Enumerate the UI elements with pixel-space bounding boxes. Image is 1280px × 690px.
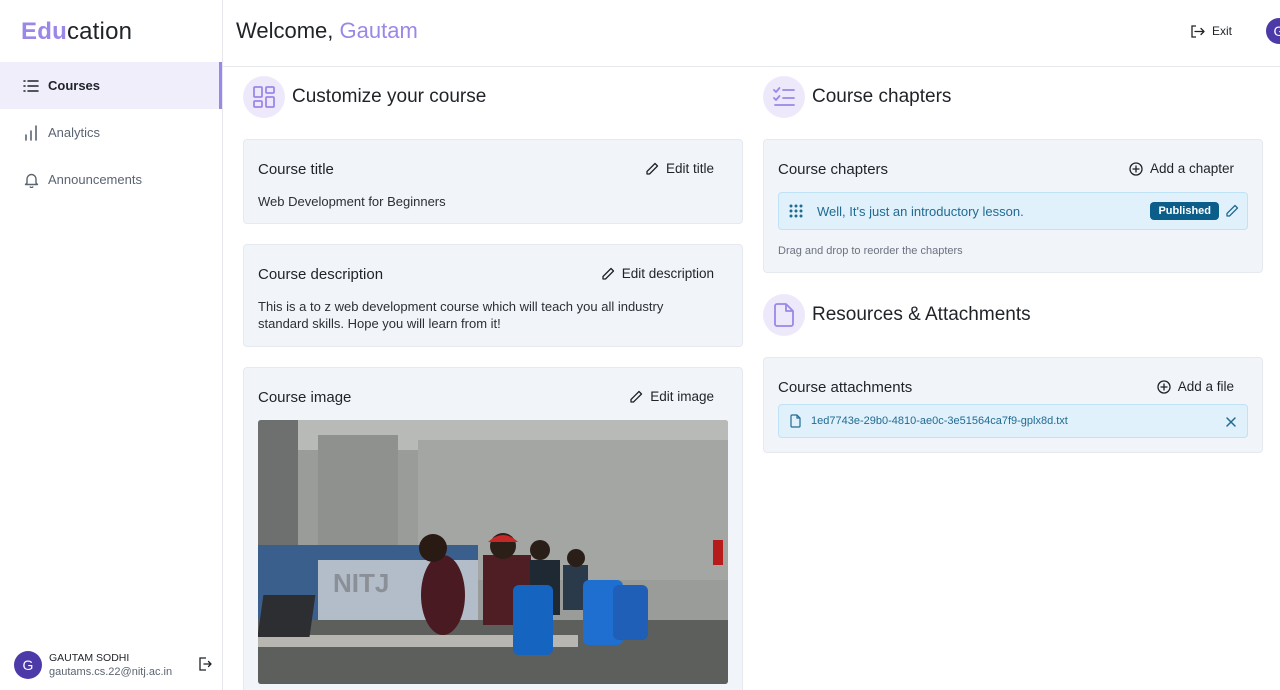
sidebar-item-label: Analytics (48, 125, 101, 140)
chapter-title: Well, It's just an introductory lesson. (817, 204, 1024, 219)
edit-title-label: Edit title (665, 161, 714, 176)
sidebar-item-announcements[interactable]: Announcements (0, 156, 222, 203)
attachment-name[interactable]: 1ed7743e-29b0-4810-ae0c-3e51564ca7f9-gpl… (811, 415, 1068, 427)
resources-section-header: Resources & Attachments (763, 294, 1031, 336)
sidebar-nav: Courses Analytics Announcements (0, 62, 222, 203)
course-image: NITJ (258, 420, 728, 684)
status-badge: Published (1150, 202, 1219, 220)
app-root: Education Courses Analytics Announcement… (0, 0, 1280, 690)
exit-icon (1191, 24, 1205, 38)
add-file-button[interactable]: Add a file (1157, 379, 1234, 394)
welcome-user-name: Gautam (339, 18, 418, 43)
brand-accent: Edu (21, 18, 67, 45)
resources-title: Resources & Attachments (812, 304, 1031, 325)
file-icon (763, 294, 805, 336)
pencil-icon (602, 267, 614, 280)
chapter-item[interactable]: Well, It's just an introductory lesson. … (778, 192, 1248, 230)
edit-title-button[interactable]: Edit title (645, 161, 714, 176)
add-chapter-label: Add a chapter (1149, 161, 1234, 176)
layout-dashboard-icon (243, 76, 285, 118)
chapters-section-header: Course chapters (763, 76, 951, 118)
top-header: Welcome, Gautam Exit G (223, 0, 1280, 67)
grip-vertical-icon[interactable] (789, 204, 803, 223)
brand-rest: cation (66, 18, 133, 45)
svg-text:NITJ: NITJ (333, 568, 389, 598)
course-image-label: Course image (258, 389, 352, 406)
sidebar: Education Courses Analytics Announcement… (0, 0, 223, 690)
brand-logo[interactable]: Education (21, 18, 132, 46)
avatar[interactable]: G (14, 651, 42, 679)
user-info: GAUTAM SODHI gautams.cs.22@nitj.ac.in (49, 651, 172, 679)
add-chapter-button[interactable]: Add a chapter (1129, 161, 1234, 176)
course-attachments-label: Course attachments (778, 379, 913, 396)
bell-icon (23, 172, 39, 188)
course-description-value: This is a to z web development course wh… (258, 299, 664, 331)
attachment-item[interactable]: 1ed7743e-29b0-4810-ae0c-3e51564ca7f9-gpl… (778, 404, 1248, 438)
pencil-icon[interactable] (1225, 204, 1239, 223)
user-profile: G GAUTAM SODHI gautams.cs.22@nitj.ac.in (14, 650, 216, 680)
sidebar-item-label: Courses (48, 78, 101, 93)
course-chapters-label: Course chapters (778, 161, 889, 178)
course-title-value: Web Development for Beginners (258, 194, 446, 209)
logout-icon[interactable] (198, 657, 214, 673)
course-chapters-card: Course chapters Add a chapter Well, It's… (763, 139, 1263, 273)
close-icon[interactable] (1225, 415, 1237, 433)
course-description-label: Course description (258, 266, 384, 283)
user-name: GAUTAM SODHI (49, 652, 130, 664)
course-title-card: Course title Edit title Web Development … (243, 139, 743, 224)
course-image-card: Course image Edit image NITJ (243, 367, 743, 690)
welcome-text: Welcome, (236, 18, 334, 43)
welcome-heading: Welcome, Gautam (236, 18, 418, 44)
sidebar-item-analytics[interactable]: Analytics (0, 109, 222, 156)
sidebar-item-label: Announcements (48, 172, 142, 187)
header-avatar[interactable]: G (1266, 18, 1280, 44)
list-checks-icon (763, 76, 805, 118)
pencil-icon (646, 162, 659, 175)
chapters-title: Course chapters (812, 86, 952, 107)
pencil-icon (630, 390, 643, 403)
edit-image-button[interactable]: Edit image (629, 389, 714, 404)
reorder-hint: Drag and drop to reorder the chapters (778, 245, 963, 257)
exit-label: Exit (1211, 24, 1232, 38)
plus-circle-icon (1157, 379, 1171, 394)
bar-chart-icon (23, 124, 39, 141)
edit-image-label: Edit image (650, 389, 714, 404)
edit-description-label: Edit description (621, 266, 714, 281)
edit-description-button[interactable]: Edit description (601, 266, 714, 281)
add-file-label: Add a file (1177, 379, 1234, 394)
sidebar-item-courses[interactable]: Courses (0, 62, 222, 109)
exit-button[interactable]: Exit (1191, 24, 1232, 38)
file-icon (790, 414, 801, 433)
user-email: gautams.cs.22@nitj.ac.in (49, 666, 173, 678)
course-description-card: Course description Edit description This… (243, 244, 743, 347)
plus-circle-icon (1129, 161, 1143, 176)
course-attachments-card: Course attachments Add a file 1ed7743e-2… (763, 357, 1263, 453)
customize-section-header: Customize your course (243, 76, 486, 118)
customize-title: Customize your course (292, 86, 487, 107)
list-icon (23, 78, 39, 94)
course-title-label: Course title (258, 161, 334, 178)
